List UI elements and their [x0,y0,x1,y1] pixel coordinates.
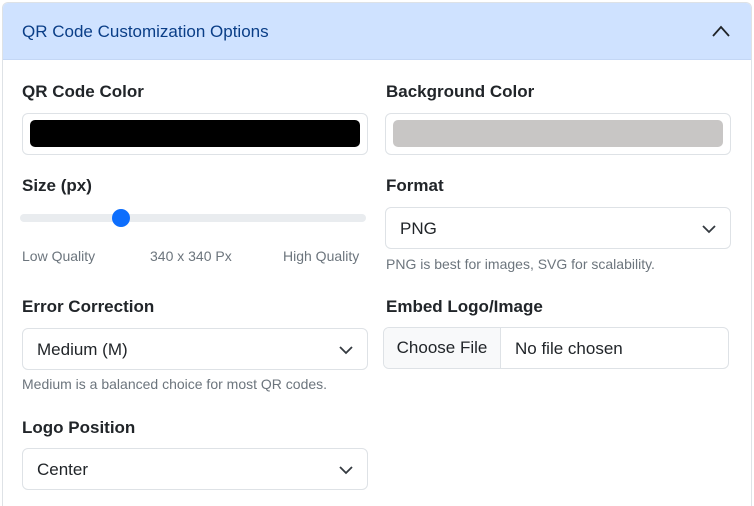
format-select-value: PNG [400,219,437,238]
logo-file-input[interactable]: Choose File No file chosen [383,327,729,369]
error-correction-help-text: Medium is a balanced choice for most QR … [22,376,328,392]
accordion-header[interactable]: QR Code Customization Options [3,3,751,60]
size-slider-track[interactable] [20,214,366,222]
size-min-label: Low Quality [22,248,96,264]
embed-logo-label: Embed Logo/Image [386,297,543,316]
accordion-title: QR Code Customization Options [22,22,269,41]
error-correction-select[interactable]: Medium (M) [22,328,368,370]
chevron-down-icon [339,466,353,475]
logo-position-label: Logo Position [22,418,136,437]
file-status-text: No file chosen [515,339,623,358]
size-slider-thumb[interactable] [111,209,130,227]
format-help-text: PNG is best for images, SVG for scalabil… [386,256,655,272]
background-color-swatch [393,120,723,147]
qr-color-picker[interactable] [22,113,368,155]
chevron-down-icon [702,225,716,234]
background-color-picker[interactable] [385,113,731,155]
chevron-down-icon [339,346,353,355]
error-correction-label: Error Correction [22,297,155,316]
size-current-label: 340 x 340 Px [150,248,232,264]
size-max-label: High Quality [283,248,360,264]
background-color-label: Background Color [386,82,535,101]
logo-position-select[interactable]: Center [22,448,368,490]
size-label: Size (px) [22,176,92,195]
qr-color-swatch [30,120,360,147]
format-label: Format [386,176,444,195]
chevron-up-icon[interactable] [711,24,731,38]
qr-color-label: QR Code Color [22,82,144,101]
logo-position-select-value: Center [37,460,89,479]
format-select[interactable]: PNG [385,207,731,249]
choose-file-button[interactable]: Choose File [384,328,501,368]
error-correction-select-value: Medium (M) [37,340,128,359]
